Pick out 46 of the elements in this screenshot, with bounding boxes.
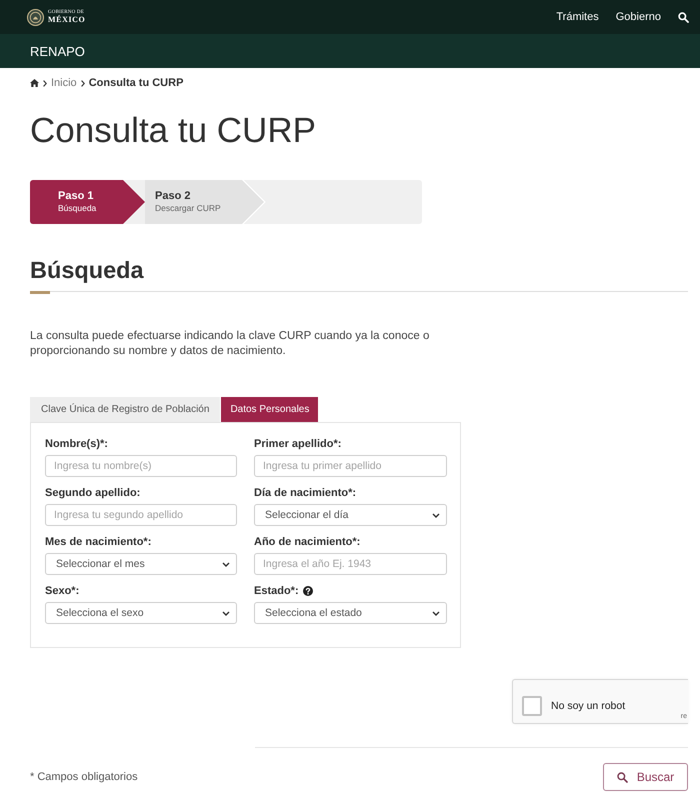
captcha-label: No soy un robot: [551, 699, 626, 714]
text-input[interactable]: Ingresa tu segundo apellido: [45, 504, 237, 526]
tab[interactable]: Datos Personales: [221, 397, 318, 422]
search-icon: [616, 772, 628, 782]
step-title: Paso 2: [155, 190, 190, 203]
text-input[interactable]: Ingresa el año Ej. 1943: [254, 553, 447, 575]
search-icon[interactable]: [678, 12, 689, 22]
field-label: Estado*:: [254, 585, 299, 597]
field-label: Mes de nacimiento*:: [45, 536, 152, 548]
field-label: Día de nacimiento*:: [254, 487, 356, 499]
description-text: La consulta puede efectuarse indicando la clave CURP cuando ya la conoce o proporcionando su nombre y datos de nacimiento.: [30, 329, 430, 359]
chevron-icon: [43, 80, 47, 86]
text-input[interactable]: Ingresa tu primer apellido: [254, 455, 447, 477]
accent-bar: [30, 291, 50, 294]
field-label: Segundo apellido:: [45, 487, 140, 499]
help-icon[interactable]: [302, 586, 313, 596]
field-label: Primer apellido*:: [254, 438, 342, 450]
captcha-checkbox[interactable]: [522, 696, 542, 716]
breadcrumb-current: Consulta tu CURP: [88, 77, 184, 89]
nav-link[interactable]: Trámites: [556, 11, 599, 23]
field-label: Nombre(s)*:: [45, 438, 108, 450]
chevron-icon: [80, 80, 85, 86]
nav-link[interactable]: Gobierno: [616, 11, 661, 23]
breadcrumb-link[interactable]: Inicio: [51, 77, 77, 89]
field-label: Sexo*:: [45, 585, 80, 597]
caret-icon: [222, 562, 230, 566]
required-fields-note: * Campos obligatorios: [30, 771, 138, 783]
step-subtitle: Búsqueda: [58, 203, 96, 214]
step-subtitle: Descargar CURP: [155, 203, 221, 214]
caret-icon: [222, 610, 230, 616]
field-label: Año de nacimiento*:: [254, 536, 360, 548]
select-dropdown[interactable]: Seleccionar el mes: [45, 553, 237, 575]
home-icon[interactable]: [30, 79, 39, 87]
section-bar-title[interactable]: RENAPO: [30, 44, 85, 58]
search-button[interactable]: Buscar: [603, 763, 688, 791]
step-title: Paso 1: [58, 190, 94, 203]
page-title: Consulta tu CURP: [30, 111, 316, 151]
tab[interactable]: Clave Única de Registro de Población: [30, 397, 220, 422]
section-heading: Búsqueda: [30, 256, 144, 285]
caret-icon: [432, 512, 440, 518]
select-dropdown[interactable]: Selecciona el estado: [254, 602, 447, 624]
caret-icon: [432, 610, 440, 616]
select-dropdown[interactable]: Selecciona el sexo: [45, 602, 237, 624]
emblem-icon: [27, 8, 44, 26]
text-input[interactable]: Ingresa tu nombre(s): [45, 455, 237, 477]
select-dropdown[interactable]: Seleccionar el día: [254, 504, 447, 526]
